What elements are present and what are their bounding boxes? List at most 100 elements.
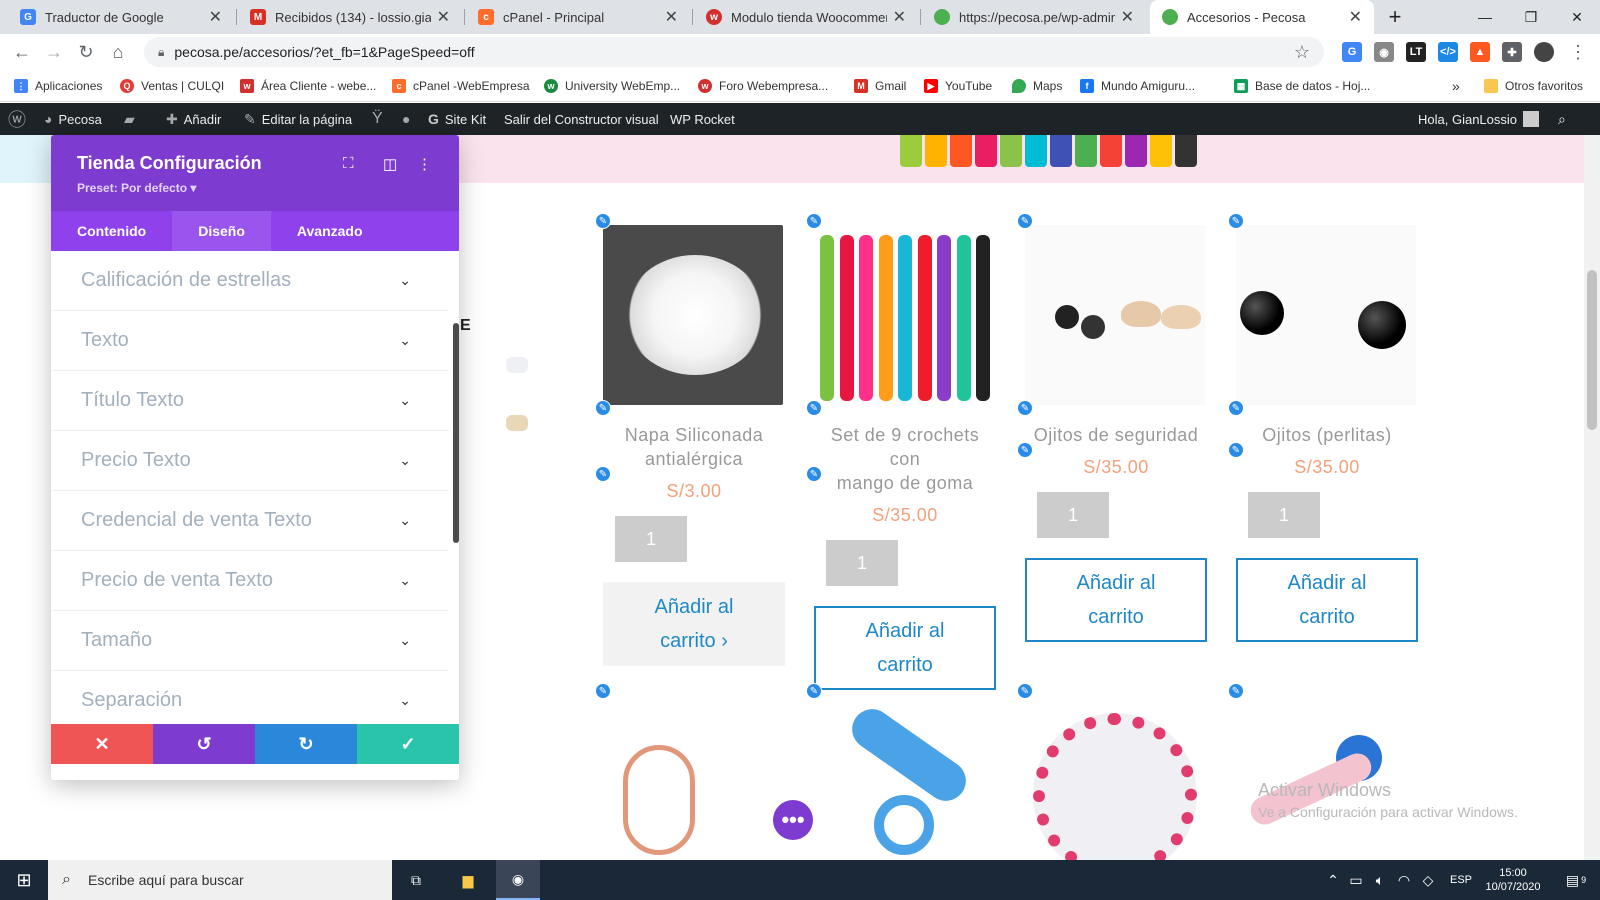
undo-button[interactable]: ↺ bbox=[153, 724, 255, 764]
clock[interactable]: 15:00 10/07/2020 bbox=[1478, 860, 1548, 900]
chrome-taskbar-icon[interactable]: ◉ bbox=[496, 860, 540, 900]
product-image[interactable] bbox=[1025, 705, 1205, 860]
search-icon[interactable]: ⌕ bbox=[1558, 103, 1572, 135]
bookmark-base-datos[interactable]: ▦ Base de datos - Hoj... bbox=[1234, 77, 1370, 95]
wp-site-kit[interactable]: G Site Kit bbox=[428, 103, 486, 135]
panel-scrollbar[interactable] bbox=[453, 323, 459, 543]
pencil-icon[interactable]: ✎ bbox=[595, 683, 611, 699]
bookmark-cpanel[interactable]: c cPanel -WebEmpresa bbox=[392, 77, 530, 95]
new-tab-button[interactable]: + bbox=[1378, 0, 1412, 34]
pencil-icon[interactable]: ✎ bbox=[806, 466, 822, 482]
bookmark-university[interactable]: w University WebEmp... bbox=[544, 77, 680, 95]
redo-button[interactable]: ↻ bbox=[255, 724, 357, 764]
pencil-icon[interactable]: ✎ bbox=[1017, 683, 1033, 699]
wp-user-greeting[interactable]: Hola, GianLossio bbox=[1418, 103, 1539, 135]
product-title[interactable]: Napa Siliconada antialérgica bbox=[603, 423, 785, 471]
pencil-icon[interactable]: ✎ bbox=[1017, 400, 1033, 416]
product-title[interactable]: Set de 9 crochets con mango de goma bbox=[814, 423, 996, 495]
section-titulo-texto[interactable]: Título Texto ⌄ bbox=[51, 371, 449, 431]
bookmark-maps[interactable]: Maps bbox=[1012, 77, 1062, 95]
translate-extension-icon[interactable]: G bbox=[1342, 42, 1362, 62]
code-extension-icon[interactable]: </> bbox=[1438, 42, 1458, 62]
profile-avatar[interactable] bbox=[1534, 42, 1554, 62]
minimize-icon[interactable]: — bbox=[1462, 0, 1508, 34]
builder-menu-button[interactable]: ••• bbox=[773, 800, 813, 840]
pencil-icon[interactable]: ✎ bbox=[1228, 442, 1244, 458]
tab-gmail[interactable]: M Recibidos (134) - lossio.gian@g ✕ bbox=[238, 0, 462, 34]
close-icon[interactable]: ✕ bbox=[209, 7, 222, 27]
quantity-input[interactable]: 1 bbox=[1248, 492, 1320, 538]
close-icon[interactable]: ✕ bbox=[665, 7, 678, 27]
restore-icon[interactable]: ❐ bbox=[1508, 0, 1554, 34]
add-to-cart-button[interactable]: Añadir al carrito bbox=[1236, 558, 1418, 642]
thumbnail-beige[interactable] bbox=[506, 415, 528, 431]
kebab-menu-icon[interactable]: ⋮ bbox=[417, 155, 432, 173]
close-icon[interactable]: ✕ bbox=[893, 7, 906, 27]
pencil-icon[interactable]: ✎ bbox=[806, 213, 822, 229]
chevron-up-icon[interactable]: ⌃ bbox=[1324, 860, 1342, 900]
pencil-icon[interactable]: ✎ bbox=[595, 213, 611, 229]
scrollbar-thumb[interactable] bbox=[1587, 270, 1597, 430]
wp-site-link[interactable]: ◕ Pecosa bbox=[44, 103, 102, 135]
address-bar[interactable]: 🔒︎ pecosa.pe/accesorios/?et_fb=1&PageSpe… bbox=[144, 37, 1324, 67]
product-image[interactable] bbox=[814, 225, 994, 405]
product-title[interactable]: Ojitos de seguridad bbox=[1025, 423, 1207, 447]
volume-icon[interactable]: 🔈︎ bbox=[1370, 860, 1390, 900]
quantity-input[interactable]: 1 bbox=[615, 516, 687, 562]
notification-center-icon[interactable]: ▤ 9 bbox=[1556, 860, 1596, 900]
tab-wp-admin[interactable]: https://pecosa.pe/wp-admin/p ✕ bbox=[922, 0, 1146, 34]
pencil-icon[interactable]: ✎ bbox=[1228, 400, 1244, 416]
quantity-input[interactable]: 1 bbox=[1037, 492, 1109, 538]
tab-diseno[interactable]: Diseño bbox=[172, 211, 271, 251]
puzzle-extension-icon[interactable]: ✚ bbox=[1502, 42, 1522, 62]
panel-header[interactable]: Tienda Configuración Preset: Por defecto… bbox=[51, 135, 459, 211]
expand-icon[interactable]: ⛶ bbox=[343, 155, 354, 172]
tab-accesorios[interactable]: Accesorios - Pecosa ✕ bbox=[1150, 0, 1374, 34]
pencil-icon[interactable]: ✎ bbox=[806, 683, 822, 699]
section-separacion[interactable]: Separación ⌄ bbox=[51, 671, 449, 731]
tab-google-translate[interactable]: G Traductor de Google ✕ bbox=[8, 0, 234, 34]
wp-rocket[interactable]: WP Rocket bbox=[670, 103, 735, 135]
pencil-icon[interactable]: ✎ bbox=[1017, 213, 1033, 229]
thumbnail-napa[interactable] bbox=[506, 357, 528, 373]
bookmark-overflow[interactable]: » bbox=[1452, 77, 1460, 95]
taskbar-search-input[interactable]: ⌕ Escribe aquí para buscar bbox=[48, 860, 392, 900]
add-to-cart-button[interactable]: Añadir al carrito bbox=[814, 606, 996, 690]
tab-cpanel[interactable]: c cPanel - Principal ✕ bbox=[466, 0, 690, 34]
section-calificacion[interactable]: Calificación de estrellas ⌄ bbox=[51, 251, 449, 311]
product-image[interactable] bbox=[814, 701, 994, 860]
task-view-icon[interactable]: ⧉ bbox=[396, 860, 436, 900]
back-arrow-icon[interactable]: ← bbox=[10, 40, 34, 64]
quantity-input[interactable]: 1 bbox=[826, 540, 898, 586]
save-button[interactable]: ✓ bbox=[357, 724, 459, 764]
bookmark-area-cliente[interactable]: w Área Cliente - webe... bbox=[240, 77, 376, 95]
close-icon[interactable]: ✕ bbox=[1121, 7, 1134, 27]
comments-icon[interactable]: ▰ bbox=[124, 103, 141, 135]
product-image[interactable] bbox=[603, 225, 783, 405]
product-title[interactable]: Ojitos (perlitas) bbox=[1236, 423, 1418, 447]
add-to-cart-button[interactable]: Añadir al carrito › bbox=[603, 582, 785, 666]
forward-arrow-icon[interactable]: → bbox=[42, 40, 66, 64]
page-scrollbar[interactable] bbox=[1584, 135, 1600, 860]
section-credencial-venta[interactable]: Credencial de venta Texto ⌄ bbox=[51, 491, 449, 551]
bookmark-gmail[interactable]: M Gmail bbox=[854, 77, 906, 95]
windows-start-icon[interactable]: ⊞ bbox=[0, 860, 48, 900]
tab-modulo-tienda[interactable]: w Modulo tienda Woocommerce ✕ bbox=[694, 0, 918, 34]
tab-avanzado[interactable]: Avanzado bbox=[271, 211, 389, 251]
camera-extension-icon[interactable]: ◉ bbox=[1374, 42, 1394, 62]
home-icon[interactable]: ⌂ bbox=[106, 40, 130, 64]
wp-exit-builder[interactable]: Salir del Constructor visual bbox=[504, 103, 659, 135]
split-view-icon[interactable]: ◫ bbox=[383, 155, 397, 173]
add-to-cart-button[interactable]: Añadir al carrito bbox=[1025, 558, 1207, 642]
section-precio-texto[interactable]: Precio Texto ⌄ bbox=[51, 431, 449, 491]
section-texto[interactable]: Texto ⌄ bbox=[51, 311, 449, 371]
pencil-icon[interactable]: ✎ bbox=[595, 466, 611, 482]
wordpress-logo-icon[interactable]: ⓦ bbox=[8, 103, 32, 135]
yoast-icon[interactable]: Ÿ bbox=[372, 103, 389, 135]
bookmark-culqi[interactable]: Q Ventas | CULQI bbox=[120, 77, 224, 95]
close-icon[interactable]: ✕ bbox=[1349, 7, 1362, 27]
bookmark-youtube[interactable]: ▶ YouTube bbox=[924, 77, 992, 95]
bookmark-apps[interactable]: ⋮ Aplicaciones bbox=[14, 77, 102, 95]
close-icon[interactable]: ✕ bbox=[437, 7, 450, 27]
pencil-icon[interactable]: ✎ bbox=[1017, 442, 1033, 458]
